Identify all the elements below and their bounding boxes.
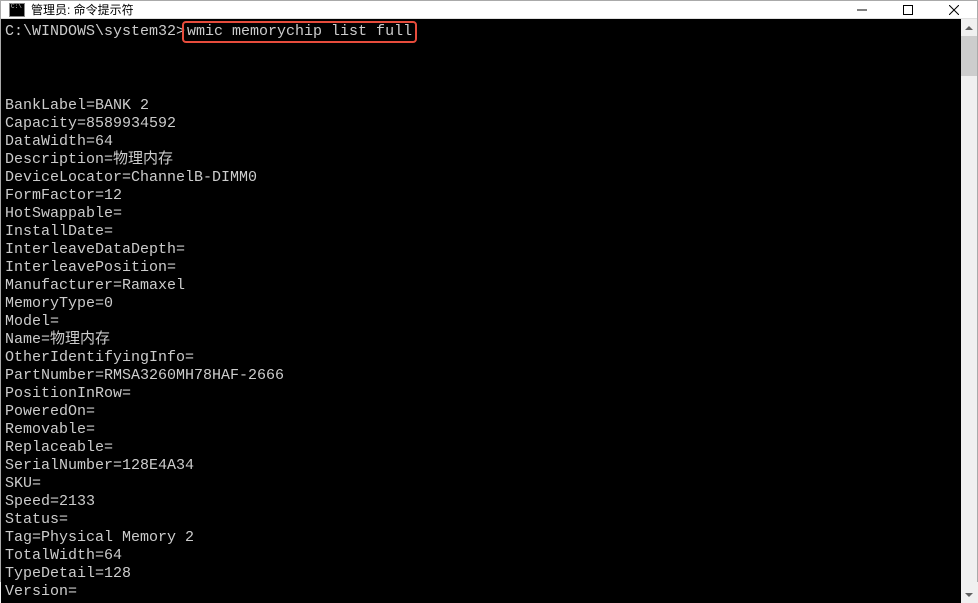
- scroll-up-arrow-icon[interactable]: [961, 19, 977, 36]
- output-line: Model=: [5, 313, 59, 330]
- scroll-track[interactable]: [961, 36, 977, 586]
- output-line: TypeDetail=128: [5, 565, 131, 582]
- output-line: SerialNumber=128E4A34: [5, 457, 194, 474]
- output-line: Speed=2133: [5, 493, 95, 510]
- output-line: FormFactor=12: [5, 187, 122, 204]
- close-button[interactable]: [931, 1, 977, 18]
- output-line: DeviceLocator=ChannelB-DIMM0: [5, 169, 257, 186]
- output-line: Removable=: [5, 421, 95, 438]
- output-line: Replaceable=: [5, 439, 113, 456]
- command-highlight: wmic memorychip list full: [182, 21, 417, 43]
- prompt-text: C:\WINDOWS\system32>: [5, 23, 185, 41]
- output-line: PositionInRow=: [5, 385, 131, 402]
- console-output[interactable]: C:\WINDOWS\system32>wmic memorychip list…: [1, 19, 961, 603]
- output-line: InstallDate=: [5, 223, 113, 240]
- console-area: C:\WINDOWS\system32>wmic memorychip list…: [1, 19, 977, 603]
- output-line: Status=: [5, 511, 68, 528]
- output-line: SKU=: [5, 475, 41, 492]
- output-line: HotSwappable=: [5, 205, 122, 222]
- window-controls: [839, 1, 977, 18]
- output-line: Capacity=8589934592: [5, 115, 176, 132]
- output-line: OtherIdentifyingInfo=: [5, 349, 194, 366]
- titlebar[interactable]: 管理员: 命令提示符: [1, 1, 977, 19]
- output-line: Tag=Physical Memory 2: [5, 529, 194, 546]
- minimize-button[interactable]: [839, 1, 885, 18]
- output-line: InterleaveDataDepth=: [5, 241, 185, 258]
- command-prompt-window: 管理员: 命令提示符 C:\WINDOWS\system32>wmic memo…: [0, 0, 978, 582]
- output-line: PartNumber=RMSA3260MH78HAF-2666: [5, 367, 284, 384]
- output-line: InterleavePosition=: [5, 259, 176, 276]
- output-line: MemoryType=0: [5, 295, 113, 312]
- output-line: BankLabel=BANK 2: [5, 97, 149, 114]
- window-title: 管理员: 命令提示符: [31, 1, 839, 18]
- output-line: DataWidth=64: [5, 133, 113, 150]
- command-text: wmic memorychip list full: [187, 23, 412, 40]
- scroll-thumb[interactable]: [961, 36, 977, 76]
- vertical-scrollbar[interactable]: [961, 19, 977, 603]
- output-line: PoweredOn=: [5, 403, 95, 420]
- scroll-down-arrow-icon[interactable]: [961, 586, 977, 603]
- cmd-icon: [9, 2, 25, 18]
- output-line: TotalWidth=64: [5, 547, 122, 564]
- output-line: Description=物理内存: [5, 151, 173, 168]
- output-line: Version=: [5, 583, 77, 600]
- maximize-button[interactable]: [885, 1, 931, 18]
- output-line: Name=物理内存: [5, 331, 110, 348]
- output-line: Manufacturer=Ramaxel: [5, 277, 185, 294]
